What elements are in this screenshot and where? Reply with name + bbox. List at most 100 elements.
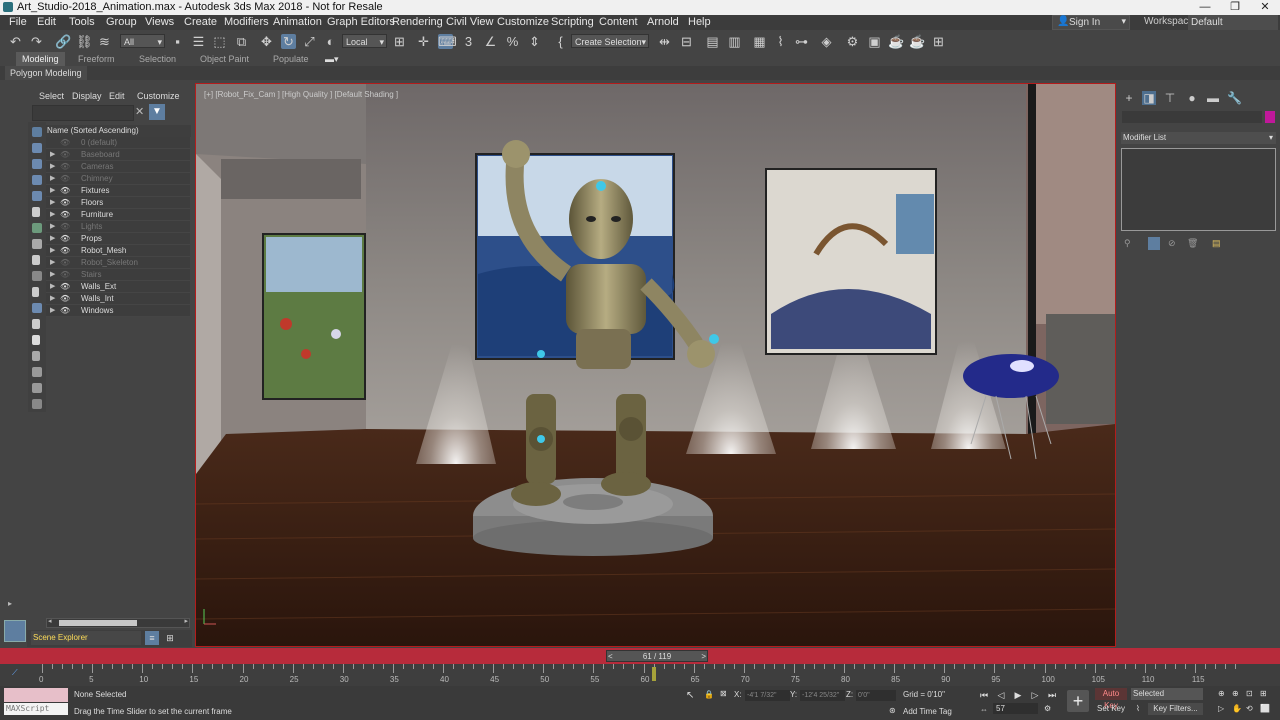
window-crossing-icon[interactable]: ⧉: [234, 34, 249, 49]
menu-create[interactable]: Create: [184, 16, 217, 28]
expand-arrow-icon[interactable]: ▶: [50, 281, 55, 293]
visibility-eye-icon[interactable]: 👁: [60, 245, 70, 257]
filter-icon[interactable]: ▼: [149, 104, 165, 120]
unlink-icon[interactable]: ⛓: [76, 34, 93, 49]
rectangular-selection-icon[interactable]: ⬚: [212, 34, 227, 49]
maximize-viewport-icon[interactable]: ⬜: [1260, 704, 1270, 713]
scale-icon[interactable]: ⤢: [302, 34, 317, 49]
y-coordinate-field[interactable]: -12'4 25/32": [800, 690, 845, 701]
pivot-center-icon[interactable]: ⊞: [392, 34, 407, 49]
name-column-header[interactable]: Name (Sorted Ascending): [46, 125, 191, 137]
menu-edit[interactable]: Edit: [37, 16, 56, 28]
link-icon[interactable]: 🔗: [55, 34, 71, 49]
expand-arrow-icon[interactable]: ▶: [50, 257, 55, 269]
layer-row[interactable]: 👁 0 (default): [46, 137, 190, 149]
expand-arrow-icon[interactable]: ▶: [50, 221, 55, 233]
modify-tab-icon[interactable]: ◨: [1142, 91, 1156, 105]
next-key-icon[interactable]: ▷: [1029, 689, 1041, 701]
angle-snap-icon[interactable]: ∠: [483, 34, 498, 49]
x-coordinate-field[interactable]: -4'1 7/32": [745, 690, 790, 701]
set-key-button[interactable]: Set Key: [1095, 703, 1127, 715]
field-of-view-icon[interactable]: ▷: [1218, 704, 1224, 713]
pan-icon[interactable]: ✋: [1232, 704, 1242, 713]
layer-row[interactable]: ▶ 👁 Robot_Skeleton: [46, 257, 190, 269]
layer-row[interactable]: ▶ 👁 Windows: [46, 305, 190, 317]
se-menu-customize[interactable]: Customize: [137, 91, 180, 101]
visibility-eye-icon[interactable]: 👁: [60, 161, 70, 173]
toggle-ribbon-icon[interactable]: ▦: [752, 34, 767, 49]
visibility-eye-icon[interactable]: 👁: [60, 173, 70, 185]
tab-modeling[interactable]: Modeling: [16, 52, 65, 66]
utilities-tab-icon[interactable]: 🔧: [1227, 91, 1242, 105]
scene-explorer-scrollbar[interactable]: ◂ ▸: [46, 618, 190, 628]
key-mode-toggle-icon[interactable]: ⇔: [980, 705, 988, 714]
redo-icon[interactable]: ↷: [29, 34, 44, 49]
expand-arrow-icon[interactable]: ▶: [50, 185, 55, 197]
tab-freeform[interactable]: Freeform: [78, 52, 115, 66]
layer-row[interactable]: ▶ 👁 Robot_Mesh: [46, 245, 190, 257]
expand-arrow-icon[interactable]: ▶: [50, 161, 55, 173]
visibility-eye-icon[interactable]: 👁: [60, 269, 70, 281]
current-frame-field[interactable]: 57: [993, 703, 1038, 714]
motion-tab-icon[interactable]: ●: [1185, 91, 1199, 105]
lights-filter-icon[interactable]: [32, 175, 42, 185]
visibility-eye-icon[interactable]: 👁: [60, 197, 70, 209]
key-filters-button[interactable]: Key Filters...: [1148, 703, 1203, 715]
toggle-scene-explorer-icon[interactable]: ▤: [705, 34, 720, 49]
go-to-end-icon[interactable]: ⏭: [1046, 689, 1058, 701]
object-name-field[interactable]: [1122, 111, 1262, 123]
time-tag-icon[interactable]: ⊛: [889, 706, 896, 715]
spacewarps-filter-icon[interactable]: [32, 223, 42, 233]
scene-explorer-dropdown[interactable]: Scene Explorer: [31, 631, 141, 645]
go-to-start-icon[interactable]: ⏮: [978, 689, 990, 701]
layer-row[interactable]: ▶ 👁 Props: [46, 233, 190, 245]
ribbon-options-icon[interactable]: ▬▾: [325, 52, 339, 66]
groups-filter-icon[interactable]: [32, 239, 42, 249]
expand-arrow-icon[interactable]: ▶: [50, 233, 55, 245]
scrollbar-thumb[interactable]: [59, 620, 137, 626]
sort-by-layer-icon[interactable]: ≡: [145, 631, 159, 645]
close-button[interactable]: ✕: [1250, 0, 1280, 15]
show-end-result-icon[interactable]: [1148, 237, 1160, 250]
rotate-icon[interactable]: ↻: [281, 34, 296, 49]
perspective-viewport[interactable]: [+] [Robot_Fix_Cam ] [High Quality ] [De…: [195, 83, 1116, 647]
visibility-eye-icon[interactable]: 👁: [60, 305, 70, 317]
schematic-view-icon[interactable]: ⊶: [794, 34, 809, 49]
maxscript-mini-listener[interactable]: MAXScript Mi:: [4, 703, 68, 715]
visibility-eye-icon[interactable]: 👁: [60, 185, 70, 197]
configure-modifier-sets-icon[interactable]: ▤: [1212, 238, 1221, 249]
expand-arrow-icon[interactable]: ▸: [8, 599, 12, 608]
maxscript-listener-top[interactable]: [4, 688, 68, 702]
render-setup-icon[interactable]: ⚙: [845, 34, 860, 49]
expand-arrow-icon[interactable]: ▶: [50, 173, 55, 185]
auto-key-button[interactable]: Auto Key: [1095, 688, 1127, 710]
selection-filter-dropdown[interactable]: All: [120, 34, 165, 49]
expand-arrow-icon[interactable]: ▶: [50, 293, 55, 305]
snaps-toggle-icon[interactable]: 3: [461, 34, 476, 49]
track-bar[interactable]: ⟋ 0 5 10 15 20 25 30 35 40 45 50 55 60 65 70 75 80 85 90 95…: [0, 664, 1280, 686]
expand-arrow-icon[interactable]: ▶: [50, 197, 55, 209]
zoom-all-icon[interactable]: ⊕: [1232, 689, 1239, 698]
expand-arrow-icon[interactable]: ▶: [50, 245, 55, 257]
align-icon[interactable]: ⊟: [679, 34, 694, 49]
menu-civil-view[interactable]: Civil View: [446, 16, 493, 28]
funnel-icon[interactable]: [32, 383, 42, 393]
layer-row[interactable]: ▶ 👁 Walls_Int: [46, 293, 190, 305]
menu-graph-editors[interactable]: Graph Editors: [327, 16, 395, 28]
menu-file[interactable]: File: [9, 16, 27, 28]
tab-populate[interactable]: Populate: [273, 52, 309, 66]
zoom-icon[interactable]: ⊕: [1218, 689, 1225, 698]
layers-icon[interactable]: [32, 319, 40, 329]
tab-object-paint[interactable]: Object Paint: [200, 52, 249, 66]
scroll-left-icon[interactable]: ◂: [48, 617, 52, 625]
zoom-extents-icon[interactable]: ⊡: [1246, 689, 1253, 698]
selection-lock-icon[interactable]: 🔒: [704, 690, 714, 699]
move-icon[interactable]: ✥: [259, 34, 274, 49]
keyboard-shortcut-override-icon[interactable]: ⌨: [438, 34, 457, 49]
render-production-icon[interactable]: ☕: [888, 34, 904, 49]
menu-customize[interactable]: Customize: [497, 16, 549, 28]
visibility-eye-icon[interactable]: 👁: [60, 257, 70, 269]
scene-explorer-search-input[interactable]: [32, 105, 134, 121]
hierarchy-tab-icon[interactable]: ⊤: [1163, 91, 1177, 105]
menu-rendering[interactable]: Rendering: [392, 16, 443, 28]
